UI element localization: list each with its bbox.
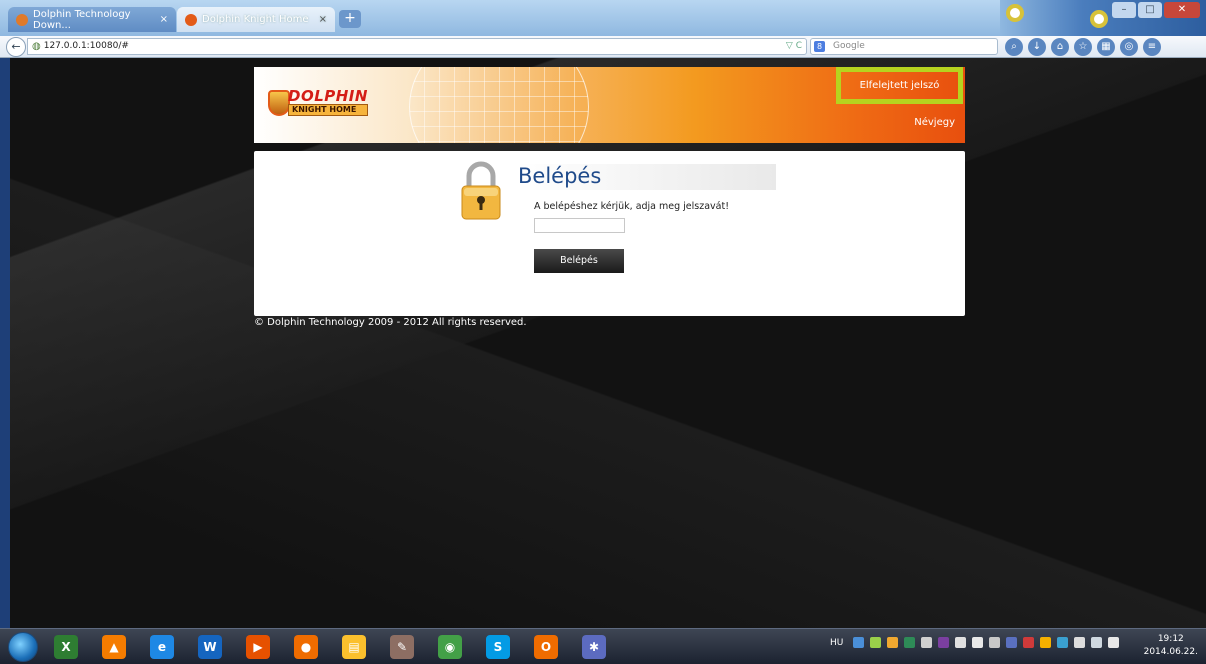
logo-title: DOLPHIN [288,87,368,105]
action-center-flag-icon[interactable] [1074,637,1086,648]
search-engine-icon[interactable]: 8 [814,41,825,52]
navigation-bar: ← ◍ 127.0.0.1:10080/# ▽ C 8 Google ⌕ ↓ ⌂… [0,36,1206,58]
dolphin-favicon-icon [185,13,197,26]
dolphin-logo: DOLPHIN KNIGHT HOME [268,89,368,116]
shield-icon [268,89,290,116]
volume-icon[interactable] [1108,637,1120,648]
forgot-password-link[interactable]: Elfelejtett jelszó [836,67,963,104]
new-tab-button[interactable]: + [339,10,361,28]
browser-title-bar: Dolphin Technology Down... × Dolphin Kni… [0,0,1206,36]
logo-subtitle: KNIGHT HOME [288,104,368,116]
paint-palette-icon: ✱ [582,635,606,659]
tray-app-icon[interactable] [887,637,899,648]
tray-app-icon[interactable] [1040,637,1052,648]
tray-app-icon[interactable] [1006,637,1018,648]
language-indicator[interactable]: HU [830,638,843,648]
tray-app-icon[interactable] [870,637,882,648]
tab-label: Dolphin Technology Down... [33,8,131,31]
window-controls: – □ ✕ [1112,2,1200,18]
taskbar-app-button[interactable]: W [190,631,230,663]
taskbar-app-button[interactable]: ◉ [430,631,470,663]
tray-app-icon[interactable] [989,637,1001,648]
taskbar-app-button[interactable]: ✱ [574,631,614,663]
search-icon[interactable]: ⌕ [1005,38,1023,56]
internet-explorer-icon: e [150,635,174,659]
clock-date: 2014.06.22. [1143,647,1198,657]
decor-flower-icon [1006,4,1024,22]
back-button[interactable]: ← [6,37,26,57]
decor-flower-icon [1090,10,1108,28]
address-text: 127.0.0.1:10080/# [43,41,129,51]
addon-icon[interactable]: ◎ [1120,38,1138,56]
network-icon[interactable] [1091,637,1103,648]
tray-app-icon[interactable] [972,637,984,648]
bookmark-star-icon[interactable]: ☆ [1074,38,1092,56]
reload-icon[interactable]: ▽ C [786,39,806,54]
taskbar-app-button[interactable]: ● [286,631,326,663]
tab-label: Dolphin Knight Home [202,14,309,25]
start-button[interactable] [8,632,38,662]
tray-app-icon[interactable] [938,637,950,648]
search-input[interactable]: 8 Google [810,38,998,55]
taskbar-app-button[interactable]: ▶ [238,631,278,663]
menu-icon[interactable]: ≡ [1143,38,1161,56]
taskbar-app-button[interactable]: ▲ [94,631,134,663]
page-title: Belépés [518,164,602,188]
tray-app-icon[interactable] [904,637,916,648]
tray-app-icon[interactable] [955,637,967,648]
skype-icon: S [486,635,510,659]
outlook-icon: O [534,635,558,659]
tab-dolphin-knight-home[interactable]: Dolphin Knight Home × [177,7,335,32]
taskbar-app-button[interactable]: e [142,631,182,663]
search-placeholder: Google [833,41,865,51]
file-explorer-icon: ▤ [342,635,366,659]
globe-decoration [409,67,589,143]
clock-time: 19:12 [1157,634,1184,644]
page-left-edge [0,58,10,628]
chrome-icon: ◉ [438,635,462,659]
tray-app-icon[interactable] [1023,637,1035,648]
password-field[interactable] [534,218,625,233]
close-window-button[interactable]: ✕ [1164,2,1200,18]
tray-app-icon[interactable] [921,637,933,648]
about-link[interactable]: Névjegy [914,117,955,128]
toolbar-icons: ⌕ ↓ ⌂ ☆ ▦ ◎ ≡ [1005,38,1161,56]
copyright-text: © Dolphin Technology 2009 - 2012 All rig… [254,317,527,328]
padlock-icon [461,161,501,220]
address-bar[interactable]: ◍ 127.0.0.1:10080/# ▽ C [27,38,807,55]
login-card: Belépés A belépéshez kérjük, adja meg je… [254,151,965,316]
system-tray: HU [830,637,1120,648]
media-player-icon: ▶ [246,635,270,659]
tab-dolphin-technology-download[interactable]: Dolphin Technology Down... × [8,7,176,32]
bookmarks-icon[interactable]: ▦ [1097,38,1115,56]
download-icon[interactable]: ↓ [1028,38,1046,56]
taskbar-apps: X ▲ e W ▶ ● ▤ ✎ ◉ S O ✱ [46,631,614,663]
system-clock[interactable]: 19:12 2014.06.22. [1144,633,1198,659]
tray-app-icon[interactable] [1057,637,1069,648]
dolphin-favicon-icon [16,13,28,26]
site-header: DOLPHIN KNIGHT HOME Elfelejtett jelszó N… [254,67,965,143]
taskbar-app-button[interactable]: X [46,631,86,663]
tab-close-icon[interactable]: × [160,14,168,25]
maximize-button[interactable]: □ [1138,2,1162,18]
taskbar-app-button[interactable]: ✎ [382,631,422,663]
firefox-icon: ● [294,635,318,659]
windows-taskbar: X ▲ e W ▶ ● ▤ ✎ ◉ S O ✱ HU 19:12 2014.06.22. [0,628,1206,664]
tab-close-icon[interactable]: × [319,14,327,25]
taskbar-app-button[interactable]: ▤ [334,631,374,663]
globe-icon: ◍ [32,41,41,52]
paint-icon: ✎ [390,635,414,659]
taskbar-app-button[interactable]: S [478,631,518,663]
login-button[interactable]: Belépés [534,249,624,273]
taskbar-app-button[interactable]: O [526,631,566,663]
tray-app-icon[interactable] [853,637,865,648]
minimize-button[interactable]: – [1112,2,1136,18]
vlc-icon: ▲ [102,635,126,659]
excel-icon: X [54,635,78,659]
word-icon: W [198,635,222,659]
home-icon[interactable]: ⌂ [1051,38,1069,56]
window-decoration: – □ ✕ [1000,0,1206,36]
page-content: DOLPHIN KNIGHT HOME Elfelejtett jelszó N… [0,58,1206,628]
login-prompt: A belépéshez kérjük, adja meg jelszavát! [534,201,730,212]
